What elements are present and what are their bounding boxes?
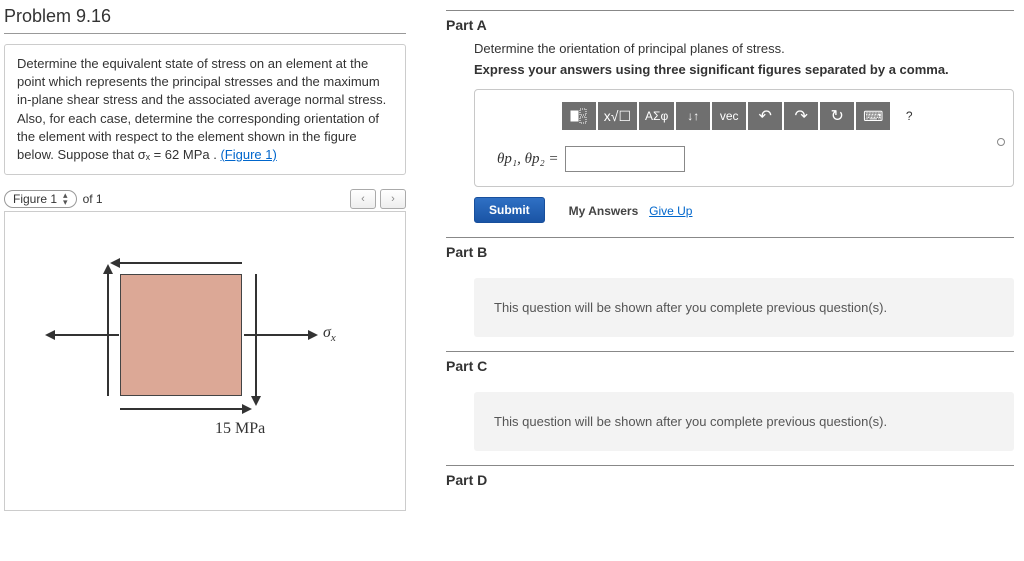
grip-icon [997,138,1005,146]
toolbar-reset-button[interactable]: ↻ [820,102,854,130]
right-panel: Part A Determine the orientation of prin… [416,0,1024,561]
keyboard-icon: ⌨ [863,108,883,125]
toolbar-keyboard-button[interactable]: ⌨ [856,102,890,130]
answer-actions: Submit My Answers Give Up [474,197,1014,223]
toolbar-help-button[interactable]: ? [892,102,926,130]
figure-link[interactable]: (Figure 1) [220,147,276,162]
toolbar-vec-button[interactable]: vec [712,102,746,130]
shear-arrow-right [255,274,257,396]
sigma-x-arrow-right [244,334,308,336]
toolbar-greek-button[interactable]: ΑΣφ [639,102,674,130]
answer-input[interactable] [565,146,685,172]
answer-label: θp₁, θp₂ = [497,151,559,168]
part-a-instruction: Express your answers using three signifi… [446,62,1014,77]
shear-value-label: 15 MPa [215,420,265,438]
figure-of-label: of 1 [83,192,103,206]
figure-navigation-bar: Figure 1 ▴▾ of 1 ‹ › [4,189,406,209]
toolbar-template-button[interactable] [562,102,596,130]
figure-select-label: Figure 1 [13,192,57,206]
part-b-heading: Part B [446,238,1014,268]
figure-canvas: σx 15 MPa [4,211,406,511]
toolbar-updown-button[interactable]: ↓↑ [676,102,710,130]
answer-row: θp₁, θp₂ = [489,146,999,172]
shear-arrow-bottom [120,408,242,410]
problem-statement-box: Determine the equivalent state of stress… [4,44,406,175]
stress-element-square [120,274,242,396]
part-d-heading: Part D [446,466,1014,496]
answer-box: x√☐ ΑΣφ ↓↑ vec ↶ ↷ ↻ ⌨ ? θp₁, θp₂ = [474,89,1014,187]
template-icon [570,108,588,124]
my-answers-label: My Answers [569,204,639,218]
part-a-prompt: Determine the orientation of principal p… [446,41,1014,56]
submit-button[interactable]: Submit [474,197,545,223]
sigma-x-label: σx [323,324,336,344]
sigma-x-arrow-left [55,334,119,336]
left-panel: Problem 9.16 Determine the equivalent st… [0,0,416,561]
problem-statement: Determine the equivalent state of stress… [17,56,386,162]
shear-arrow-top [120,262,242,264]
toolbar-undo-button[interactable]: ↶ [748,102,782,130]
toolbar-sqrt-button[interactable]: x√☐ [598,102,637,130]
updown-icon: ▴▾ [63,192,68,206]
shear-arrow-left [107,274,109,396]
figure-prev-button[interactable]: ‹ [350,189,376,209]
figure-next-button[interactable]: › [380,189,406,209]
part-b-locked: This question will be shown after you co… [474,278,1014,337]
figure-select[interactable]: Figure 1 ▴▾ [4,190,77,208]
part-c-locked: This question will be shown after you co… [474,392,1014,451]
part-c-heading: Part C [446,352,1014,382]
problem-title: Problem 9.16 [4,6,406,34]
part-a-heading: Part A [446,11,1014,41]
give-up-link[interactable]: Give Up [649,204,692,218]
equation-toolbar: x√☐ ΑΣφ ↓↑ vec ↶ ↷ ↻ ⌨ ? [489,102,999,130]
toolbar-redo-button[interactable]: ↷ [784,102,818,130]
